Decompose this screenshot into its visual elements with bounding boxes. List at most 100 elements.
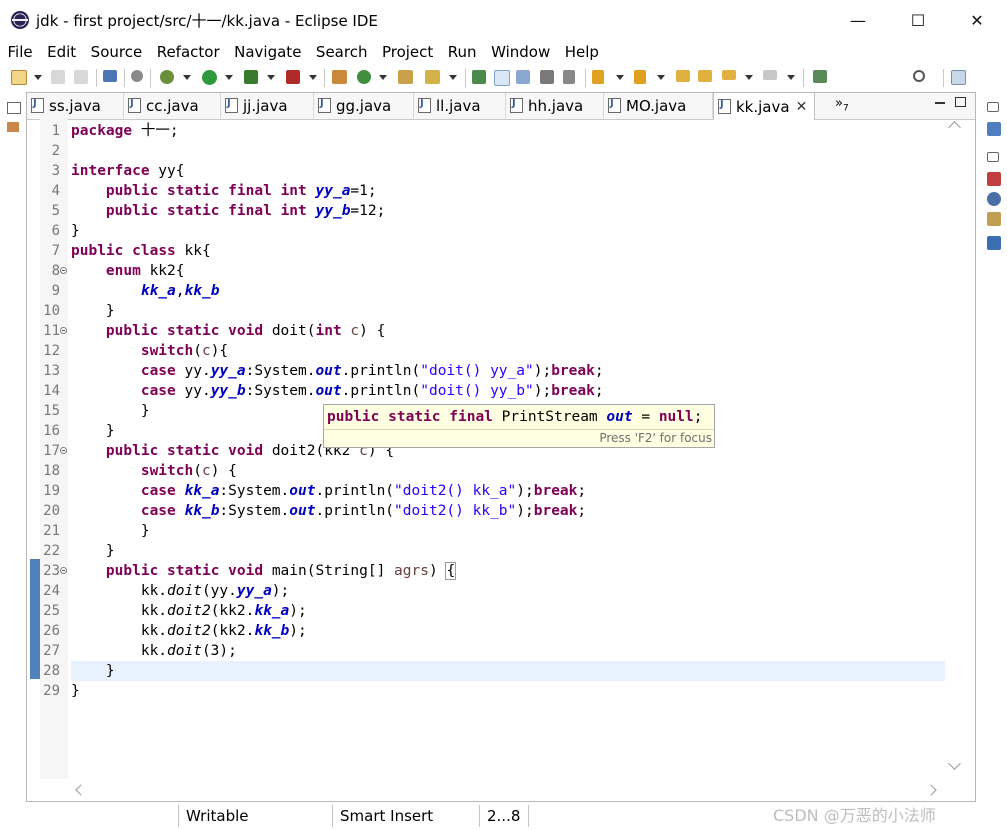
forward-edit-icon[interactable]	[698, 70, 712, 82]
problems-icon[interactable]	[987, 172, 1001, 186]
menu-run[interactable]: Run	[440, 43, 483, 61]
code-line[interactable]: public static final int yy_a=1;	[71, 181, 945, 201]
tab-cc-java[interactable]: cc.java	[124, 93, 221, 118]
tab-kk-java[interactable]: kk.java ✕	[713, 93, 815, 120]
fold-toggle-icon[interactable]	[60, 267, 67, 274]
new-class-dropdown-icon[interactable]	[379, 75, 387, 80]
open-type-icon[interactable]	[398, 70, 413, 84]
code-line[interactable]: switch(c) {	[71, 461, 945, 481]
tab-ss-java[interactable]: ss.java	[27, 93, 124, 118]
code-line[interactable]: }	[71, 681, 945, 701]
pin-editor-icon[interactable]	[813, 70, 827, 83]
menu-search[interactable]: Search	[308, 43, 374, 61]
tab-ll-java[interactable]: ll.java	[414, 93, 506, 118]
restore-view-icon[interactable]	[7, 102, 21, 114]
toggle-breadcrumb-icon[interactable]	[472, 70, 486, 84]
package-explorer-icon[interactable]	[7, 122, 19, 132]
new-class-icon[interactable]	[357, 70, 371, 84]
run-dropdown-icon[interactable]	[225, 75, 233, 80]
terminal-icon[interactable]	[103, 70, 117, 82]
minimize-editor-icon[interactable]	[935, 102, 945, 104]
next-annotation-icon[interactable]	[592, 70, 604, 84]
code-line[interactable]: }	[71, 661, 945, 681]
scroll-up-icon[interactable]	[948, 121, 961, 134]
new-file-icon[interactable]	[11, 70, 27, 85]
block-selection-icon[interactable]	[516, 70, 530, 84]
word-wrap-icon[interactable]	[540, 70, 554, 84]
menu-help[interactable]: Help	[557, 43, 606, 61]
fold-toggle-icon[interactable]	[60, 567, 67, 574]
maximize-button[interactable]: ☐	[888, 0, 948, 40]
debug-dropdown-icon[interactable]	[183, 75, 191, 80]
tab-jj-java[interactable]: jj.java	[221, 93, 314, 118]
open-perspective-icon[interactable]	[951, 70, 966, 85]
maximize-editor-icon[interactable]	[955, 97, 966, 107]
code-line[interactable]: public static void main(String[] agrs) {	[71, 561, 945, 581]
back-icon[interactable]	[722, 70, 736, 80]
menu-source[interactable]: Source	[83, 43, 149, 61]
menu-project[interactable]: Project	[374, 43, 440, 61]
restore-tasks-icon[interactable]	[987, 152, 999, 162]
code-line[interactable]: }	[71, 301, 945, 321]
forward-icon[interactable]	[763, 70, 777, 80]
code-line[interactable]: case yy.yy_b:System.out.println("doit() …	[71, 381, 945, 401]
tab-hh-java[interactable]: hh.java	[506, 93, 604, 118]
tab-mo-java[interactable]: MO.java	[604, 93, 713, 118]
back-dropdown-icon[interactable]	[745, 75, 753, 80]
last-edit-location-icon[interactable]	[676, 70, 690, 82]
menu-navigate[interactable]: Navigate	[227, 43, 309, 61]
tab-gg-java[interactable]: gg.java	[314, 93, 414, 118]
skip-breakpoints-icon[interactable]	[131, 70, 143, 82]
save-icon[interactable]	[51, 70, 65, 84]
code-area[interactable]: 1 2 3 4 5 6 7 8 9 10 11 12 13 14 15 16 17 18 19 20 21 22 23 24 2…	[27, 119, 975, 779]
previous-annotation-dropdown-icon[interactable]	[657, 75, 665, 80]
code-line[interactable]: kk.doit2(kk2.kk_b);	[71, 621, 945, 641]
scroll-down-icon[interactable]	[948, 757, 961, 770]
save-all-icon[interactable]	[74, 70, 88, 84]
run-icon[interactable]	[202, 70, 217, 85]
code-line[interactable]: kk_a,kk_b	[71, 281, 945, 301]
javadoc-icon[interactable]	[987, 192, 1001, 206]
close-tab-icon[interactable]: ✕	[796, 99, 808, 115]
insert-mode-status[interactable]: Smart Insert	[340, 807, 433, 825]
mark-occurrences-icon[interactable]	[494, 70, 510, 86]
code-line[interactable]: }	[71, 521, 945, 541]
fold-toggle-icon[interactable]	[60, 447, 67, 454]
code-line[interactable]	[71, 141, 945, 161]
menu-edit[interactable]: Edit	[40, 43, 84, 61]
console-icon[interactable]	[987, 236, 1001, 250]
menu-refactor[interactable]: Refactor	[149, 43, 226, 61]
horizontal-scrollbar[interactable]	[27, 779, 975, 801]
code-line[interactable]: case kk_b:System.out.println("doit2() kk…	[71, 501, 945, 521]
code-line[interactable]: interface yy{	[71, 161, 945, 181]
code-line[interactable]: switch(c){	[71, 341, 945, 361]
code-line[interactable]: public static final int yy_b=12;	[71, 201, 945, 221]
code-line[interactable]: package 十一;	[71, 121, 945, 141]
vertical-scrollbar[interactable]	[946, 119, 964, 779]
code-line[interactable]: kk.doit2(kk2.kk_a);	[71, 601, 945, 621]
search-dropdown-icon[interactable]	[449, 75, 457, 80]
debug-icon[interactable]	[160, 70, 174, 84]
search-tool-icon[interactable]	[425, 70, 440, 84]
code-line[interactable]: kk.doit(yy.yy_a);	[71, 581, 945, 601]
external-tools-dropdown-icon[interactable]	[309, 75, 317, 80]
restore-outline-icon[interactable]	[987, 102, 999, 112]
previous-annotation-icon[interactable]	[634, 70, 646, 84]
code-line[interactable]: case kk_a:System.out.println("doit2() kk…	[71, 481, 945, 501]
code-line[interactable]: enum kk2{	[71, 261, 945, 281]
tab-overflow-button[interactable]: »7	[835, 96, 849, 114]
coverage-icon[interactable]	[244, 70, 258, 84]
external-tools-icon[interactable]	[286, 70, 300, 84]
next-annotation-dropdown-icon[interactable]	[616, 75, 624, 80]
new-dropdown-icon[interactable]	[34, 75, 42, 80]
show-whitespace-icon[interactable]	[563, 70, 575, 84]
new-java-project-icon[interactable]	[332, 70, 347, 84]
code-line[interactable]: public static void doit(int c) {	[71, 321, 945, 341]
code-line[interactable]: kk.doit(3);	[71, 641, 945, 661]
scroll-left-icon[interactable]	[75, 784, 87, 796]
code-line[interactable]: }	[71, 221, 945, 241]
declaration-icon[interactable]	[987, 212, 1001, 226]
menu-window[interactable]: Window	[484, 43, 558, 61]
coverage-dropdown-icon[interactable]	[267, 75, 275, 80]
code-line[interactable]: public class kk{	[71, 241, 945, 261]
